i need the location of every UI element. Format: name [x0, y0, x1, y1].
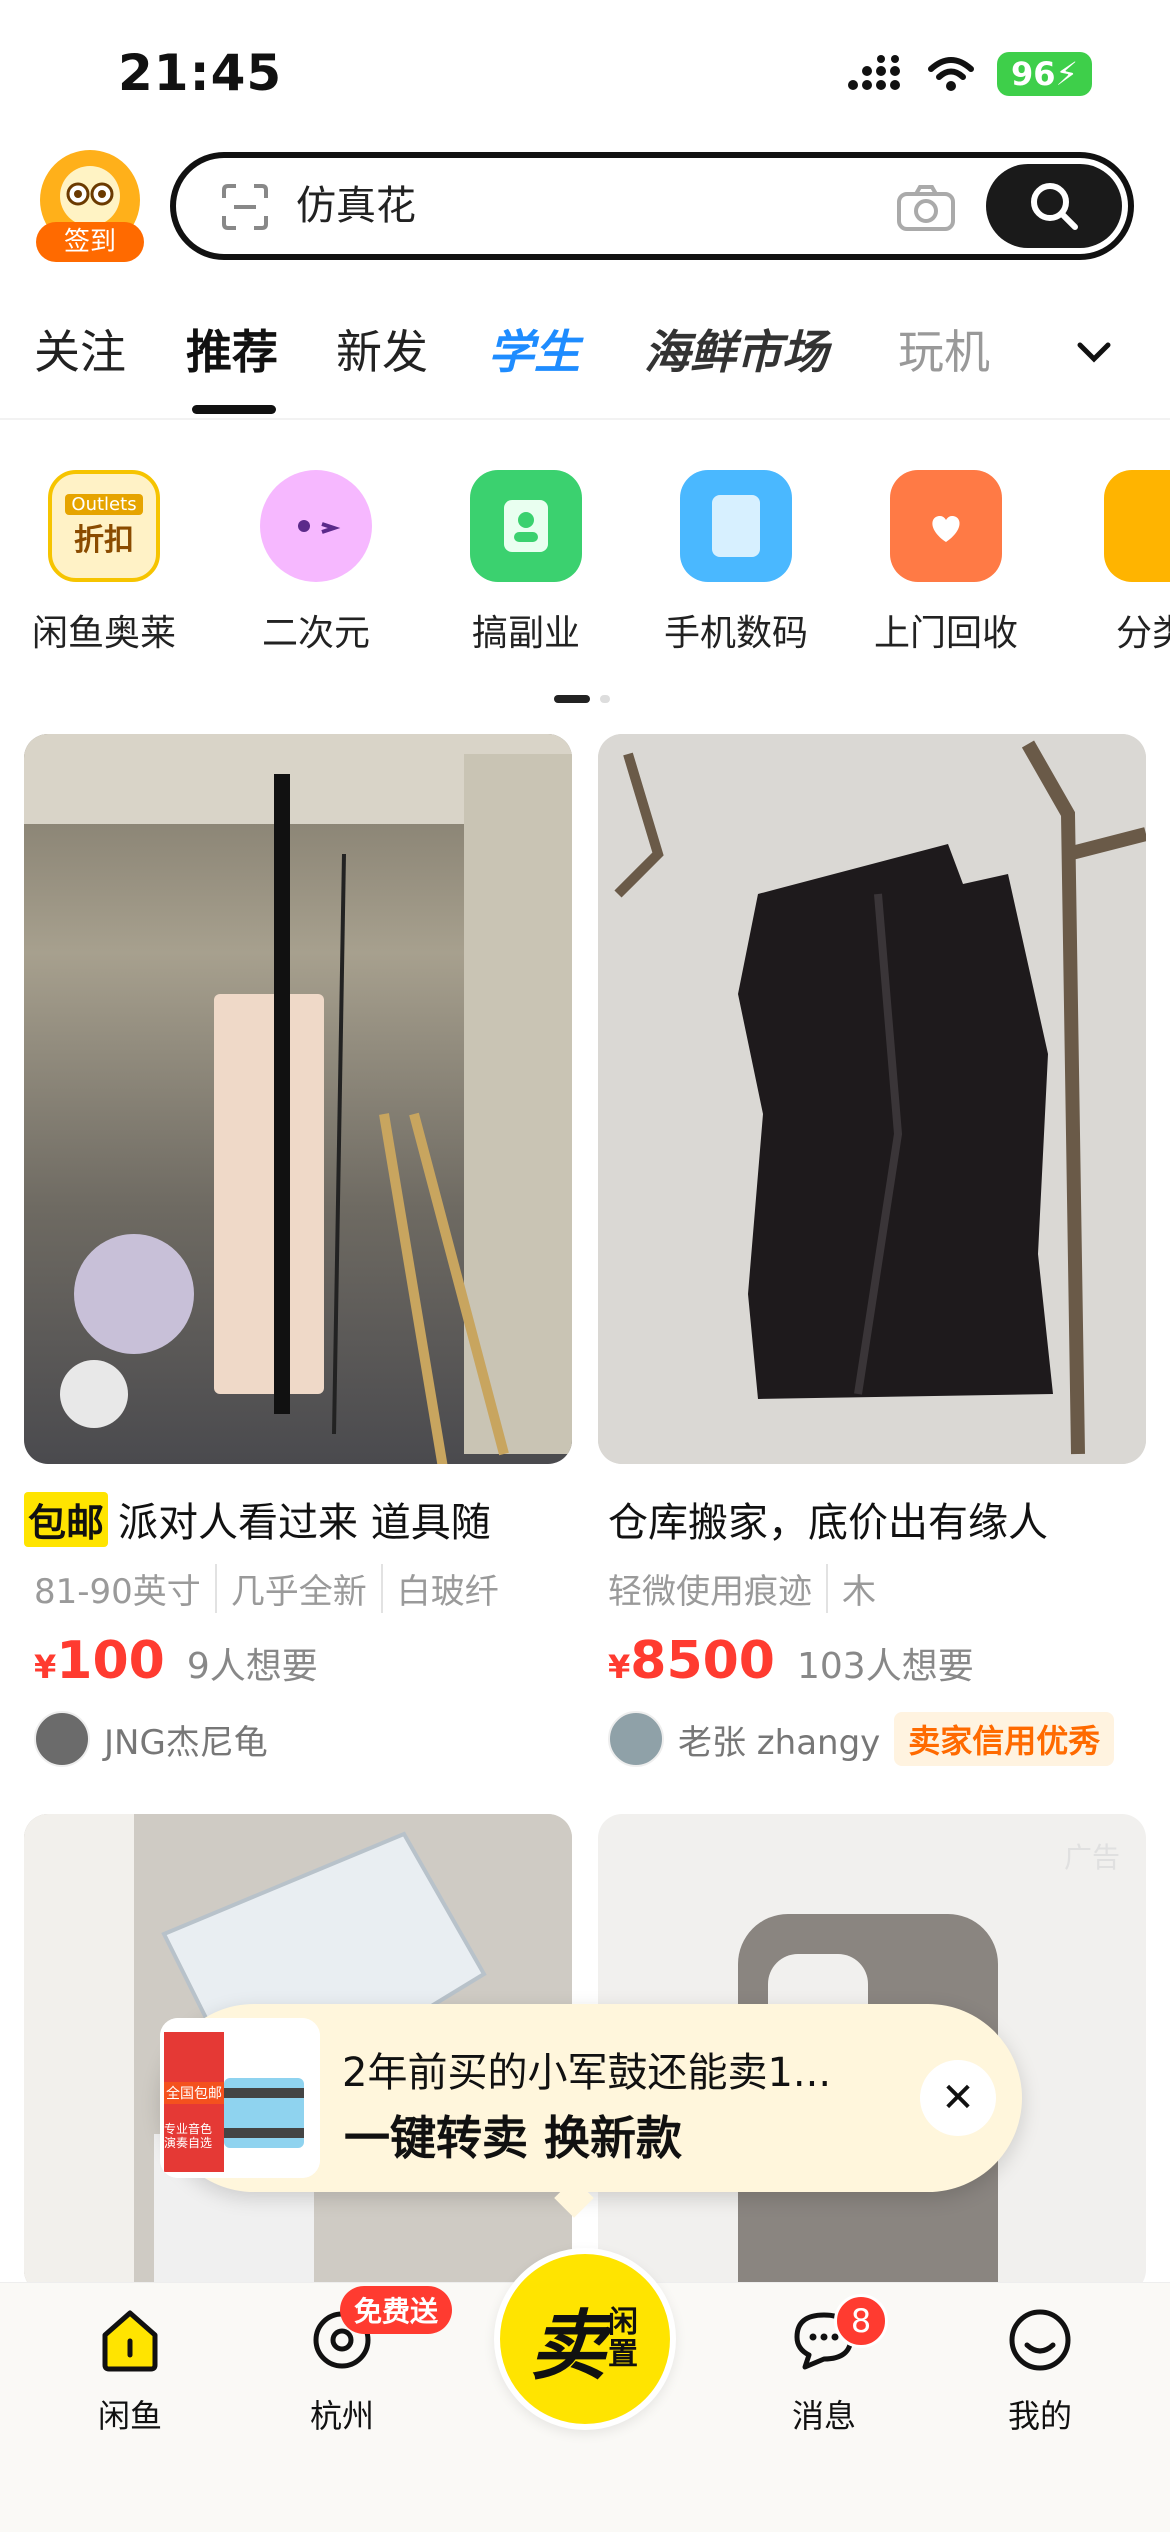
- tab-seafood-market[interactable]: 海鲜市场: [644, 316, 828, 382]
- price-row: ¥100 9人想要: [24, 1631, 572, 1691]
- seller-info[interactable]: JNG杰尼龟: [24, 1711, 572, 1767]
- search-button[interactable]: [986, 164, 1122, 248]
- want-count: 103人想要: [797, 1646, 974, 1687]
- promo-cta: 一键转卖 换新款: [344, 2111, 683, 2165]
- tab-new[interactable]: 新发: [336, 316, 428, 382]
- close-icon[interactable]: ✕: [920, 2060, 996, 2136]
- nav-me[interactable]: 我的: [970, 2305, 1110, 2437]
- feed-card[interactable]: 仓库搬家，底价出有缘人 轻微使用痕迹木 ¥8500 103人想要 老张 zhan…: [598, 734, 1146, 1767]
- category-side-hustle[interactable]: 搞副业: [426, 470, 626, 656]
- sell-label: 卖: [530, 2301, 606, 2390]
- category-anime[interactable]: 二次元: [216, 470, 416, 656]
- sign-in-button[interactable]: 签到: [36, 150, 144, 262]
- status-icons: 96 ⚡: [847, 52, 1092, 96]
- sign-in-label: 签到: [36, 222, 144, 262]
- product-title: 包邮 派对人看过来 道具随: [24, 1490, 572, 1548]
- grid-icon: [1104, 470, 1170, 582]
- feed-tabs: 关注 推荐 新发 学生 海鲜市场 玩机: [0, 300, 1170, 420]
- product-title: 仓库搬家，底价出有缘人: [608, 1500, 1048, 1546]
- seller-credit-badge: 卖家信用优秀: [894, 1712, 1115, 1766]
- price: ¥100: [34, 1631, 165, 1691]
- product-tags: 81-90英寸 几乎全新 白玻纤: [24, 1564, 572, 1613]
- category-all[interactable]: 分类: [1056, 470, 1170, 656]
- home-icon: [102, 2310, 158, 2372]
- avatar: [34, 1711, 90, 1767]
- nav-home[interactable]: 闲鱼: [60, 2305, 200, 2437]
- category-digital[interactable]: 手机数码: [636, 470, 836, 656]
- product-image[interactable]: [24, 734, 572, 1464]
- status-time: 21:45: [118, 44, 283, 102]
- unread-count-badge: 8: [834, 2294, 888, 2348]
- product-image[interactable]: [598, 734, 1146, 1464]
- tab-recommend[interactable]: 推荐: [186, 316, 278, 382]
- search-input[interactable]: 仿真花: [296, 180, 416, 232]
- promo-headline: 2年前买的小军鼓还能卖1...: [342, 2050, 832, 2096]
- recycle-bag-icon: [890, 470, 1002, 582]
- active-tab-indicator: [192, 405, 276, 414]
- price-row: ¥8500 103人想要: [598, 1631, 1146, 1691]
- category-recycle[interactable]: 上门回收: [846, 470, 1046, 656]
- tablet-icon: [680, 470, 792, 582]
- seller-name: 老张 zhangy: [678, 1722, 881, 1763]
- ad-label: 广告: [1063, 1841, 1120, 1874]
- free-giveaway-badge: 免费送: [340, 2286, 453, 2334]
- sell-button[interactable]: 卖 闲置: [494, 2248, 676, 2430]
- page-indicator: [554, 695, 610, 703]
- smile-icon: [1009, 2309, 1071, 2371]
- search-icon: [1031, 183, 1078, 230]
- anime-cat-icon: [260, 470, 372, 582]
- signal-icon: [848, 55, 900, 90]
- scan-icon[interactable]: [220, 182, 270, 232]
- promo-thumbnail: 全国包邮 专业音色 演奏自选: [160, 2018, 320, 2178]
- resell-promo-banner[interactable]: 全国包邮 专业音色 演奏自选 2年前买的小军鼓还能卖1... 一键转卖 换新款 …: [160, 2004, 1022, 2218]
- avatar: [608, 1711, 664, 1767]
- tab-gaming[interactable]: 玩机: [898, 316, 990, 382]
- want-count: 9人想要: [186, 1646, 318, 1687]
- search-bar[interactable]: 仿真花: [170, 152, 1134, 260]
- outlets-discount-icon: Outlets 折扣: [48, 470, 160, 582]
- sell-sublabel: 闲置: [608, 2305, 638, 2372]
- category-outlets[interactable]: Outlets 折扣 闲鱼奥莱: [4, 470, 204, 656]
- feed-card[interactable]: 包邮 派对人看过来 道具随 81-90英寸 几乎全新 白玻纤 ¥100 9人想要 J…: [24, 734, 572, 1767]
- camera-icon[interactable]: [896, 184, 956, 232]
- tab-student[interactable]: 学生: [488, 316, 580, 382]
- tab-follow[interactable]: 关注: [34, 316, 126, 382]
- price: ¥8500: [608, 1631, 775, 1691]
- seller-name: JNG杰尼龟: [104, 1722, 268, 1763]
- wifi-icon: [928, 57, 974, 91]
- id-badge-icon: [470, 470, 582, 582]
- seller-info[interactable]: 老张 zhangy 卖家信用优秀: [598, 1711, 1146, 1767]
- battery-indicator: 96 ⚡: [997, 52, 1092, 96]
- free-shipping-badge: 包邮: [24, 1491, 109, 1547]
- product-tags: 轻微使用痕迹木: [598, 1564, 1146, 1613]
- status-bar: 21:45 96 ⚡: [0, 0, 1170, 140]
- chevron-down-icon[interactable]: [1072, 330, 1116, 374]
